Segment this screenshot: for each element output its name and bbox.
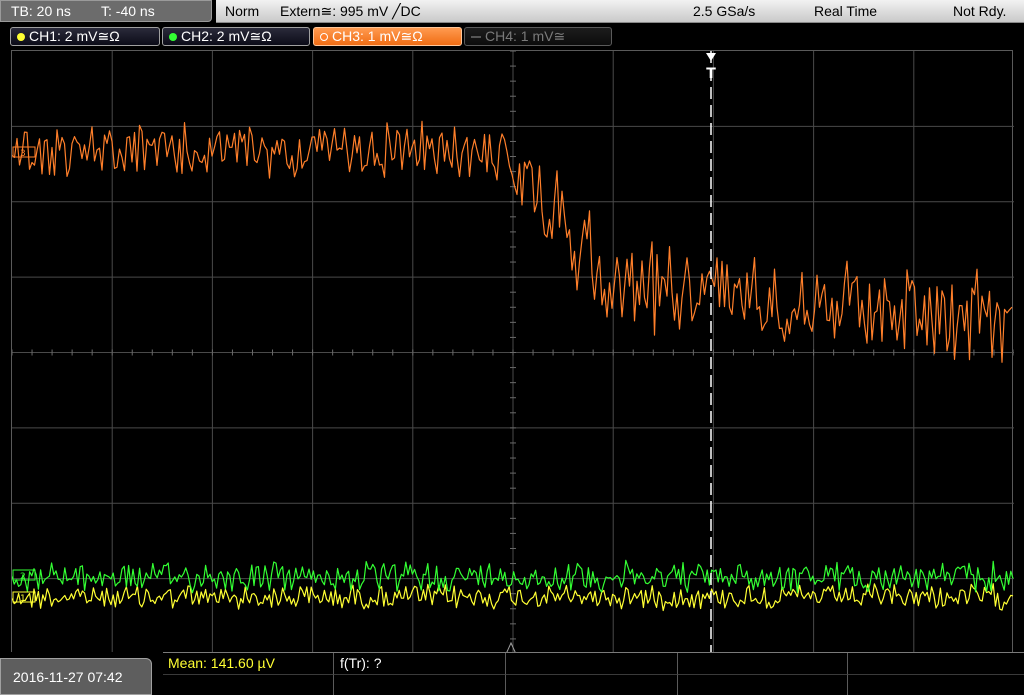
waveform-canvas: T 3 2 1: [12, 51, 1014, 654]
ch1-ground-label: 1: [20, 594, 26, 604]
trigger-marker-label: T: [706, 66, 716, 82]
channel-4-label: CH4: 1 mV≅: [485, 28, 566, 44]
trigger-position-marker-icon[interactable]: [706, 53, 716, 61]
datetime-label: 2016-11-27 07:42: [13, 669, 123, 685]
channel-3-label: CH3: 1 mV≅Ω: [332, 28, 423, 44]
measurement-cell-9[interactable]: [677, 674, 847, 695]
acquisition-mode-label: Real Time: [814, 3, 878, 19]
measurement-panel[interactable]: Mean: 141.60 µV f(Tr): ?: [163, 652, 1024, 695]
channel-1-tab[interactable]: CH1: 2 mV≅Ω: [10, 27, 160, 46]
channel-3-dot-icon: [320, 33, 328, 41]
channel-4-tab[interactable]: CH4: 1 mV≅: [464, 27, 612, 46]
channel-tabs-row: CH1: 2 mV≅Ω CH2: 2 mV≅Ω CH3: 1 mV≅Ω CH4:…: [0, 24, 1024, 50]
measurement-cell-mean[interactable]: Mean: 141.60 µV: [163, 653, 333, 674]
bottom-bar: 2016-11-27 07:42 Mean: 141.60 µV f(Tr): …: [0, 652, 1024, 695]
trigger-mode-label: Norm: [225, 3, 260, 19]
datetime-box[interactable]: 2016-11-27 07:42: [0, 658, 152, 695]
measurement-cell-4[interactable]: [677, 653, 847, 674]
trigger-position-label: T: -40 ns: [101, 3, 155, 19]
sample-rate-label: 2.5 GSa/s: [693, 3, 756, 19]
measurement-cell-8[interactable]: [505, 674, 677, 695]
measurement-cell-3[interactable]: [505, 653, 677, 674]
measurement-cell-5[interactable]: [847, 653, 1024, 674]
trigger-source-label: Extern≅: 995 mV ╱DC: [280, 3, 421, 19]
channel-4-off-icon: [471, 36, 481, 38]
top-status-bar: TB: 20 ns T: -40 ns Norm Extern≅: 995 mV…: [0, 0, 1024, 24]
run-state-label: Not Rdy.: [953, 3, 1007, 19]
ftr-measurement-label: f(Tr): ?: [340, 655, 382, 671]
mean-measurement-label: Mean: 141.60 µV: [168, 655, 275, 671]
ch2-ground-label: 2: [20, 572, 26, 582]
measurement-cell-6[interactable]: [163, 674, 333, 695]
waveform-display[interactable]: T 3 2 1: [11, 50, 1014, 654]
measurement-cell-10[interactable]: [847, 674, 1024, 695]
channel-3-tab[interactable]: CH3: 1 mV≅Ω: [313, 27, 462, 46]
measurement-cell-ftr[interactable]: f(Tr): ?: [333, 653, 505, 674]
measurement-cell-7[interactable]: [333, 674, 505, 695]
graticule: [12, 51, 1014, 654]
ch3-ground-label: 3: [20, 149, 26, 159]
channel-2-dot-icon: [169, 33, 177, 41]
timebase-box[interactable]: TB: 20 ns T: -40 ns: [0, 0, 212, 22]
channel-1-label: CH1: 2 mV≅Ω: [29, 28, 120, 44]
ch3-trace: [12, 120, 1013, 363]
channel-2-label: CH2: 2 mV≅Ω: [181, 28, 272, 44]
acquisition-status-bar[interactable]: Norm Extern≅: 995 mV ╱DC 2.5 GSa/s Real …: [216, 0, 1024, 23]
timebase-label: TB: 20 ns: [11, 3, 71, 19]
channel-2-tab[interactable]: CH2: 2 mV≅Ω: [162, 27, 310, 46]
channel-1-dot-icon: [17, 33, 25, 41]
